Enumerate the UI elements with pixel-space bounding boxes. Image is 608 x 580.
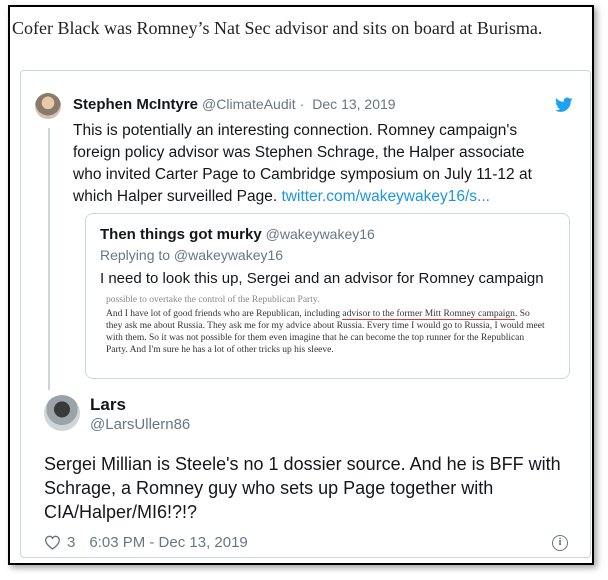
- image-p1: And I have lot of good friends who are R…: [106, 309, 341, 319]
- parent-tweet-text: This is potentially an interesting conne…: [73, 120, 548, 208]
- heart-icon[interactable]: [44, 535, 61, 550]
- image-cut-line: possible to overtake the control of the …: [106, 295, 320, 304]
- main-tweet-text: Sergei Millian is Steele's no 1 dossier …: [44, 454, 561, 522]
- main-name[interactable]: Lars: [90, 395, 126, 415]
- info-icon[interactable]: i: [552, 535, 568, 551]
- parent-name[interactable]: Stephen McIntyre: [73, 96, 198, 113]
- main-avatar[interactable]: [44, 395, 80, 431]
- parent-link[interactable]: twitter.com/wakeywakey16/s...: [282, 188, 490, 205]
- thread-line: [48, 128, 50, 390]
- quoted-reply-to: Replying to @wakeywakey16: [100, 247, 284, 263]
- quoted-name[interactable]: Then things got murky: [100, 226, 262, 243]
- quoted-author[interactable]: Then things got murky @wakeywakey16: [100, 226, 375, 243]
- separator: ·: [299, 96, 305, 112]
- caption-text: Cofer Black was Romney’s Nat Sec advisor…: [12, 18, 543, 38]
- like-count[interactable]: 3: [67, 534, 75, 551]
- quoted-tweet[interactable]: Then things got murky @wakeywakey16 Reply…: [85, 213, 570, 379]
- tweet-footer: 3 6:03 PM - Dec 13, 2019: [44, 534, 248, 551]
- quoted-image[interactable]: possible to overtake the control of the …: [106, 295, 546, 378]
- twitter-bird-icon[interactable]: [555, 97, 573, 113]
- image-paragraph: And I have lot of good friends who are R…: [106, 308, 546, 356]
- parent-author[interactable]: Stephen McIntyre @ClimateAudit · Dec 13, 20…: [73, 96, 396, 113]
- image-underlined-text: advisor to the former Mitt Romney campai…: [342, 309, 515, 320]
- quoted-handle[interactable]: @wakeywakey16: [266, 226, 375, 242]
- main-handle[interactable]: @LarsUllern86: [90, 416, 190, 433]
- parent-avatar[interactable]: [35, 93, 61, 119]
- parent-handle[interactable]: @ClimateAudit: [202, 96, 296, 112]
- parent-date[interactable]: Dec 13, 2019: [312, 96, 395, 112]
- quoted-text: I need to look this up, Sergei and an ad…: [100, 270, 544, 287]
- tweet-timestamp[interactable]: 6:03 PM - Dec 13, 2019: [89, 534, 247, 551]
